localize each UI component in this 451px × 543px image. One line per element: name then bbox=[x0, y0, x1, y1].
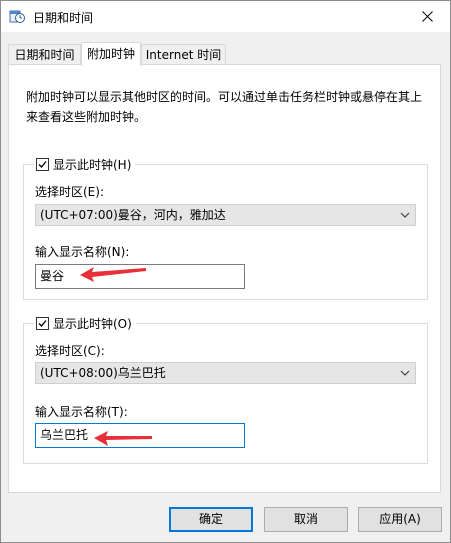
tab-internet-time[interactable]: Internet 时间 bbox=[141, 44, 226, 64]
clock2-timezone-select[interactable]: (UTC+08:00)乌兰巴托 bbox=[35, 362, 416, 384]
clock2-show-toggle[interactable]: 显示此时钟(O) bbox=[34, 315, 136, 332]
window-title: 日期和时间 bbox=[33, 11, 94, 25]
clock1-timezone-value: (UTC+07:00)曼谷，河内，雅加达 bbox=[40, 208, 226, 222]
clock1-name-label: 输入显示名称(N): bbox=[35, 245, 130, 259]
description-text: 附加时钟可以显示其他时区的时间。可以通过单击任务栏时钟或悬停在其上来查看这些附加… bbox=[26, 90, 423, 124]
clock1-checkbox[interactable] bbox=[36, 158, 49, 171]
clock2-name-label: 输入显示名称(T): bbox=[35, 405, 128, 419]
red-arrow-annotation-icon bbox=[80, 267, 146, 282]
clock2-name-value: 乌兰巴托 bbox=[40, 428, 89, 442]
apply-button[interactable]: 应用(A) bbox=[358, 507, 442, 532]
additional-clocks-panel: 附加时钟可以显示其他时区的时间。可以通过单击任务栏时钟或悬停在其上来查看这些附加… bbox=[8, 64, 441, 493]
checkmark-icon bbox=[38, 161, 47, 168]
clock1-timezone-label: 选择时区(E): bbox=[35, 185, 104, 199]
clock2-checkbox[interactable] bbox=[36, 317, 49, 330]
clock1-show-toggle[interactable]: 显示此时钟(H) bbox=[34, 156, 136, 173]
ok-button[interactable]: 确定 bbox=[169, 507, 253, 532]
date-time-dialog: 日期和时间 日期和时间 附加时钟 Internet 时间 附加时钟可以显示其他时… bbox=[0, 0, 451, 543]
cancel-button[interactable]: 取消 bbox=[264, 507, 348, 532]
clock-app-icon bbox=[9, 8, 25, 24]
clock1-name-value: 曼谷 bbox=[40, 269, 65, 283]
clock1-group: 显示此时钟(H) 选择时区(E): (UTC+07:00)曼谷，河内，雅加达 输… bbox=[23, 156, 428, 300]
close-icon bbox=[421, 11, 433, 22]
tab-additional-clocks[interactable]: 附加时钟 bbox=[81, 42, 141, 66]
clock2-group: 显示此时钟(O) 选择时区(C): (UTC+08:00)乌兰巴托 输入显示名称… bbox=[23, 315, 428, 464]
close-button[interactable] bbox=[404, 1, 450, 32]
clock1-timezone-select[interactable]: (UTC+07:00)曼谷，河内，雅加达 bbox=[35, 204, 416, 226]
red-arrow-annotation-icon bbox=[94, 431, 152, 446]
clock2-timezone-value: (UTC+08:00)乌兰巴托 bbox=[40, 366, 166, 380]
chevron-down-icon bbox=[400, 370, 410, 376]
clock2-timezone-label: 选择时区(C): bbox=[35, 344, 105, 358]
tab-date-time[interactable]: 日期和时间 bbox=[8, 44, 81, 64]
clock1-show-label: 显示此时钟(H) bbox=[53, 158, 132, 172]
clock2-show-label: 显示此时钟(O) bbox=[53, 317, 132, 331]
title-bar: 日期和时间 bbox=[1, 1, 450, 32]
checkmark-icon bbox=[38, 320, 47, 327]
chevron-down-icon bbox=[400, 212, 410, 218]
